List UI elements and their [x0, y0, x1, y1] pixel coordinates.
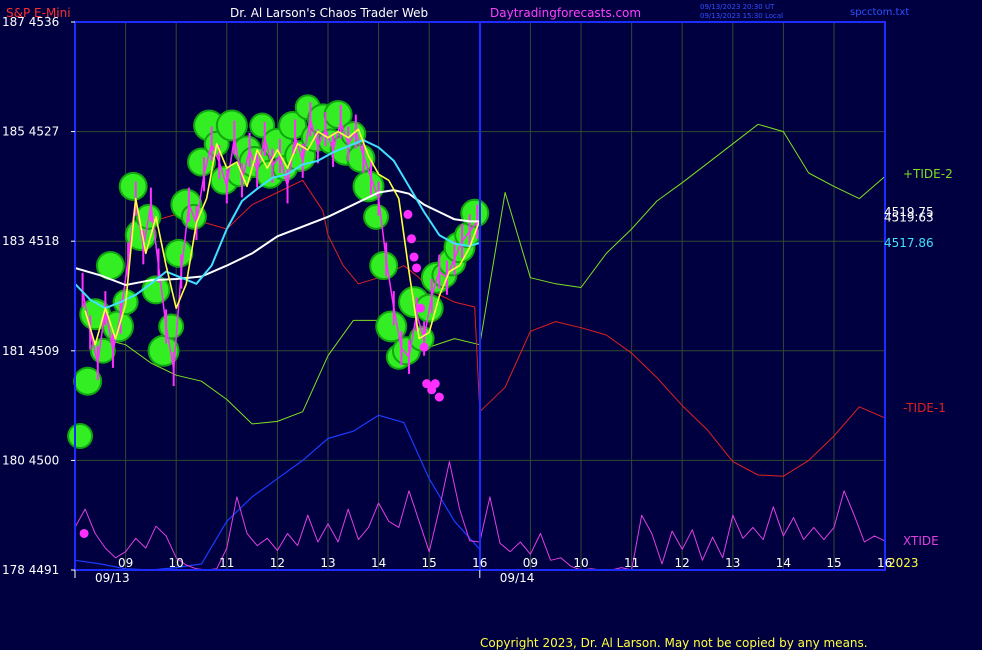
file-name: spcctom.txt [850, 7, 909, 18]
x-tick-label-6: 15 [422, 556, 437, 570]
instrument-name: S&P E-Mini [6, 6, 71, 20]
marker-9 [430, 379, 440, 389]
chart-background [0, 0, 982, 650]
x-tick-label-12: 13 [725, 556, 740, 570]
legend-2: XTIDE [903, 534, 939, 548]
site-url[interactable]: Daytradingforecasts.com [490, 6, 641, 20]
x-tick-label-5: 14 [371, 556, 386, 570]
y-tick-label-4: 180 4500 [2, 453, 59, 467]
year-label: 2023 [888, 556, 919, 570]
bubble-1 [75, 368, 101, 394]
bubble-0 [69, 425, 92, 448]
x-tick-label-11: 12 [675, 556, 690, 570]
bubble-39 [365, 205, 388, 228]
marker-4 [412, 263, 422, 273]
legend-1: -TIDE-1 [903, 401, 946, 415]
bubble-20 [217, 111, 246, 140]
x-tick-label-3: 12 [270, 556, 285, 570]
last-value-1: 4519.63 [884, 210, 934, 224]
y-tick-label-1: 185 4527 [2, 125, 59, 139]
bubble-12 [160, 315, 183, 338]
bubble-7 [120, 173, 146, 199]
chart: 187 4536185 4527183 4518181 4509180 4500… [0, 0, 982, 650]
x-tick-label-1: 10 [169, 556, 184, 570]
timestamp-ut: 09/13/2023 20:30 UT [700, 3, 775, 11]
date-label-0: 09/13 [95, 571, 130, 585]
date-label-1: 09/14 [500, 571, 535, 585]
bubble-40 [371, 253, 397, 279]
marker-0 [79, 528, 89, 538]
bubble-13 [166, 240, 192, 266]
legend-0: +TIDE-2 [903, 167, 953, 181]
y-tick-label-3: 181 4509 [2, 344, 59, 358]
x-tick-label-2: 11 [219, 556, 234, 570]
marker-3 [409, 252, 419, 262]
x-tick-label-14: 15 [826, 556, 841, 570]
timestamp-local: 09/13/2023 15:30 Local [700, 12, 783, 20]
y-tick-label-2: 183 4518 [2, 234, 59, 248]
site-title: Dr. Al Larson's Chaos Trader Web [230, 6, 428, 20]
x-tick-label-0: 09 [118, 556, 133, 570]
marker-10 [434, 392, 444, 402]
x-tick-label-9: 10 [573, 556, 588, 570]
marker-6 [419, 342, 429, 352]
x-tick-label-13: 14 [776, 556, 791, 570]
marker-2 [406, 234, 416, 244]
x-tick-label-10: 11 [624, 556, 639, 570]
x-tick-label-7: 16 [472, 556, 487, 570]
marker-5 [416, 303, 426, 313]
last-value-2: 4517.86 [884, 236, 934, 250]
y-tick-label-5: 178 4491 [2, 563, 59, 577]
bubble-4 [97, 253, 123, 279]
marker-1 [403, 209, 413, 219]
x-tick-label-8: 09 [523, 556, 538, 570]
x-tick-label-4: 13 [320, 556, 335, 570]
copyright: Copyright 2023, Dr. Al Larson. May not b… [480, 636, 868, 650]
